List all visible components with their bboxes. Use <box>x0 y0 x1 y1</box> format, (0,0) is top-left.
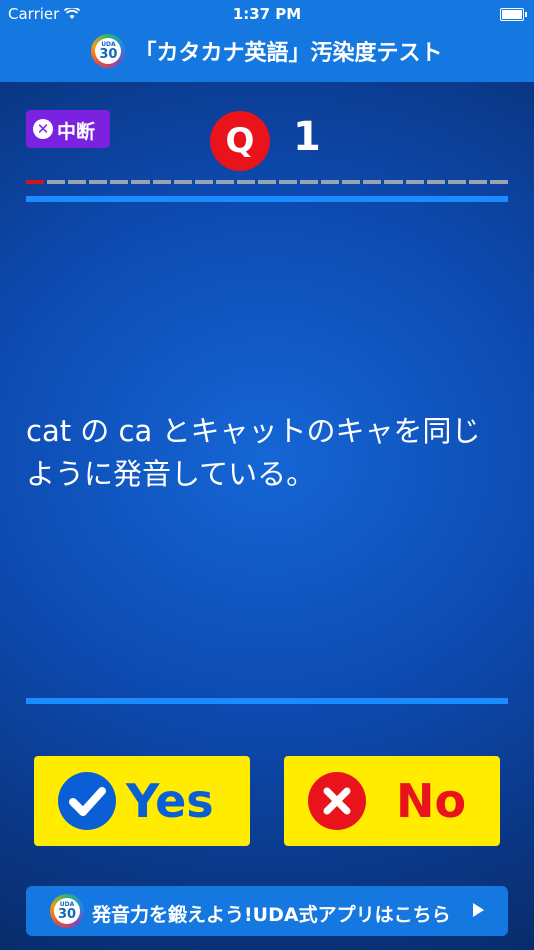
close-icon: ✕ <box>33 119 53 139</box>
progress-bar <box>26 180 508 185</box>
progress-segment <box>447 180 466 184</box>
progress-segment <box>300 180 319 184</box>
progress-segment <box>47 180 66 184</box>
promo-banner-button[interactable]: UDA 30 発音力を鍛えよう!UDA式アプリはこちら <box>26 886 508 936</box>
uda30-logo-icon: UDA 30 <box>91 34 126 68</box>
title-bar: UDA 30 「カタカナ英語」汚染度テスト <box>0 34 534 74</box>
page-title: 「カタカナ英語」汚染度テスト <box>134 41 443 66</box>
checkmark-icon <box>58 772 116 830</box>
progress-segment <box>215 180 234 184</box>
question-text: cat の ca とキャットのキャを同じように発音している。 <box>26 414 481 491</box>
progress-segment <box>26 180 45 184</box>
progress-segment <box>321 180 340 184</box>
clock: 1:37 PM <box>232 5 302 23</box>
progress-segment <box>405 180 424 184</box>
status-bar: Carrier 1:37 PM <box>0 0 534 28</box>
progress-segment <box>279 180 298 184</box>
uda30-logo-icon: UDA 30 <box>50 894 84 928</box>
progress-segment <box>342 180 361 184</box>
progress-segment <box>68 180 87 184</box>
progress-segment <box>236 180 255 184</box>
progress-segment <box>152 180 171 184</box>
progress-segment <box>489 180 508 184</box>
progress-segment <box>131 180 150 184</box>
progress-segment <box>110 180 129 184</box>
yes-label: Yes <box>126 774 214 828</box>
divider-top <box>26 196 508 202</box>
question-badge: Q <box>210 111 270 171</box>
quit-button-label: 中断 <box>57 121 96 143</box>
divider-bottom <box>26 698 508 704</box>
yes-button[interactable]: Yes <box>34 756 250 846</box>
progress-segment <box>194 180 213 184</box>
question-number: 1 <box>293 114 321 160</box>
promo-text: 発音力を鍛えよう!UDA式アプリはこちら <box>92 904 451 926</box>
progress-segment <box>363 180 382 184</box>
progress-segment <box>257 180 277 184</box>
logo-number: 30 <box>57 907 77 922</box>
play-arrow-icon <box>473 903 484 917</box>
progress-segment <box>384 180 403 184</box>
progress-segment <box>89 180 108 184</box>
progress-segment <box>173 180 192 184</box>
battery-icon <box>500 8 527 21</box>
logo-number: 30 <box>99 47 118 62</box>
quit-button[interactable]: ✕ 中断 <box>26 110 110 148</box>
no-button[interactable]: No <box>284 756 500 846</box>
progress-segment <box>468 180 487 184</box>
no-label: No <box>396 774 467 828</box>
cross-icon <box>308 772 366 830</box>
progress-segment <box>426 180 445 184</box>
